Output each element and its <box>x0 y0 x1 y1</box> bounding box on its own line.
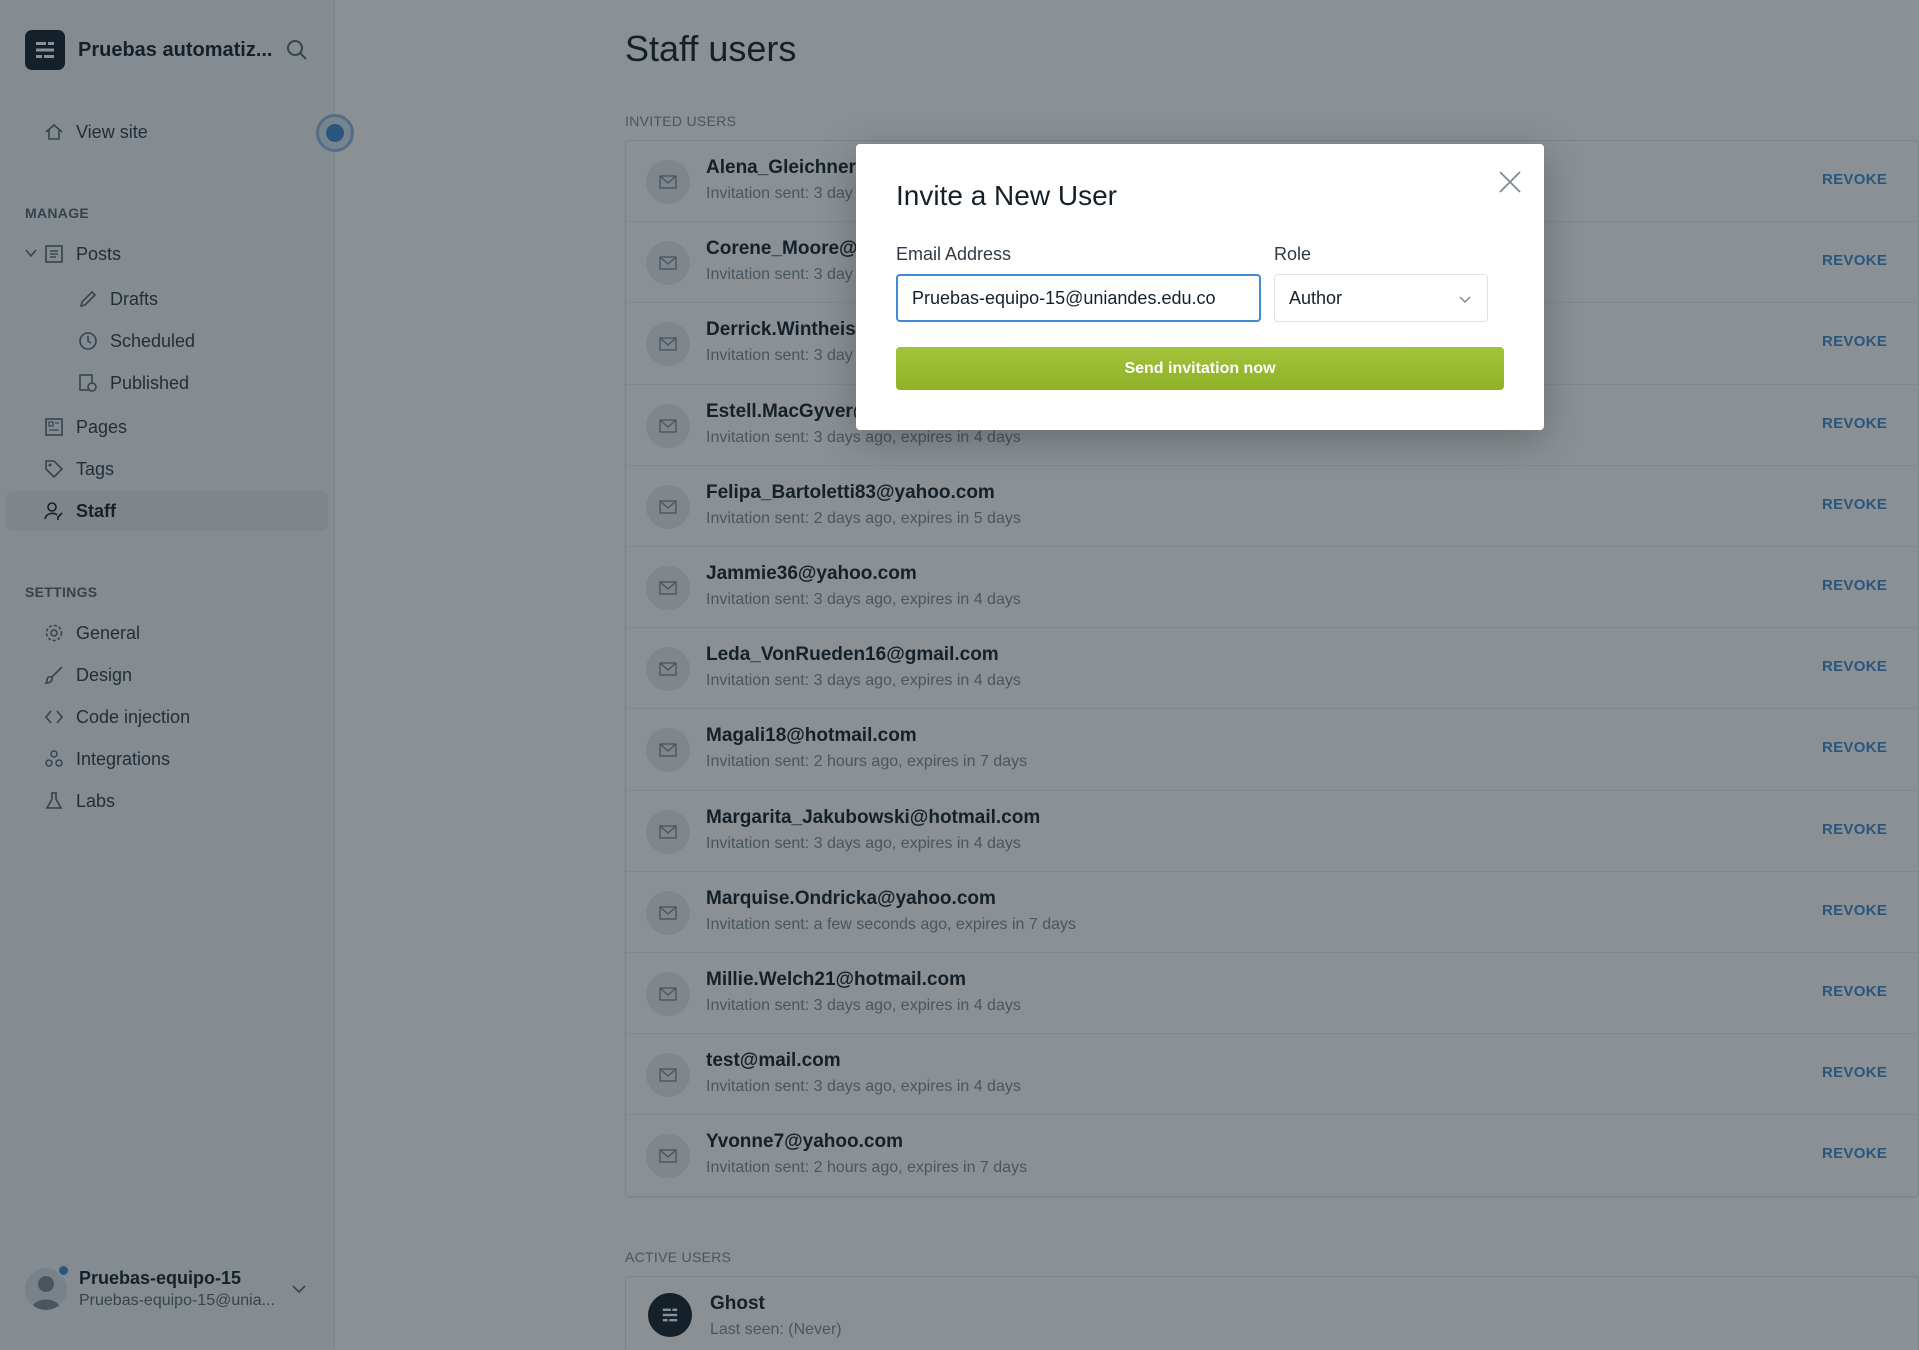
close-icon[interactable] <box>1496 168 1524 196</box>
email-field[interactable] <box>896 274 1261 322</box>
chevron-down-icon <box>1457 291 1473 307</box>
email-label: Email Address <box>896 244 1012 264</box>
role-value: Author <box>1289 287 1343 308</box>
send-invitation-button[interactable]: Send invitation now <box>896 347 1504 390</box>
role-label: Role <box>1274 244 1312 264</box>
role-select[interactable]: Author <box>1274 274 1488 322</box>
modal-title: Invite a New User <box>896 180 1117 211</box>
invite-user-modal: Invite a New User Email Address Role Aut… <box>856 144 1544 430</box>
